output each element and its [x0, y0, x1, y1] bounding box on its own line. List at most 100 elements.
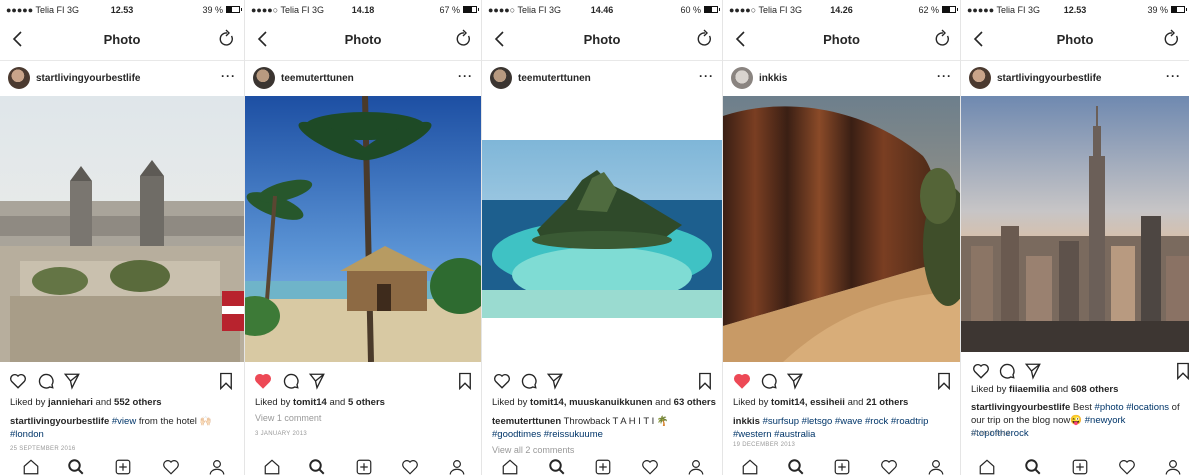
avatar[interactable] [731, 67, 753, 89]
profile-icon[interactable] [208, 458, 226, 475]
likes-names[interactable]: tomit14, essiheii [771, 397, 845, 408]
caption-username[interactable]: inkkis [733, 416, 760, 427]
heart-icon[interactable] [733, 372, 751, 390]
post-photo[interactable] [0, 96, 244, 362]
likes-names[interactable]: tomit14 [293, 397, 327, 408]
more-icon[interactable]: ··· [1166, 70, 1181, 82]
post-username[interactable]: teemuterttunen [518, 73, 591, 84]
caption-hashtag[interactable]: #view [112, 416, 136, 427]
likes-count[interactable]: 21 others [866, 397, 908, 408]
post-photo[interactable] [723, 96, 960, 362]
home-icon[interactable] [741, 458, 759, 475]
search-icon[interactable] [548, 458, 566, 475]
post-photo[interactable] [245, 96, 481, 362]
profile-icon[interactable] [448, 458, 466, 475]
battery-icon [1171, 6, 1187, 13]
share-icon[interactable] [546, 372, 564, 390]
home-icon[interactable] [501, 458, 519, 475]
view-comments-link[interactable]: View 1 comment [255, 413, 321, 423]
add-icon[interactable] [114, 458, 132, 475]
activity-icon[interactable] [880, 458, 898, 475]
more-icon[interactable]: ··· [458, 70, 473, 82]
caption-hashtag[interactable]: #surfsup #letsgo #wave #rock #roadtrip #… [733, 416, 928, 440]
more-icon[interactable]: ··· [221, 70, 236, 82]
view-comments-link[interactable]: View all 2 comments [492, 445, 574, 455]
caption-username[interactable]: startlivingyourbestlife [971, 402, 1070, 413]
refresh-icon[interactable] [934, 29, 952, 49]
heart-icon[interactable] [9, 372, 27, 390]
more-icon[interactable]: ··· [699, 70, 714, 82]
likes-count[interactable]: 5 others [348, 397, 385, 408]
post-username[interactable]: startlivingyourbestlife [36, 73, 140, 84]
profile-icon[interactable] [687, 458, 705, 475]
search-icon[interactable] [1024, 458, 1042, 475]
search-icon[interactable] [67, 458, 85, 475]
comment-icon[interactable] [760, 372, 778, 390]
activity-icon[interactable] [401, 458, 419, 475]
heart-icon[interactable] [972, 362, 990, 380]
bookmark-icon[interactable] [697, 372, 713, 390]
share-icon[interactable] [308, 372, 326, 390]
post-username[interactable]: teemuterttunen [281, 73, 354, 84]
caption-hashtag-2[interactable]: #london [10, 429, 44, 440]
post-photo[interactable] [482, 140, 722, 318]
battery-percent: 62 % [918, 4, 939, 15]
caption-hashtag[interactable]: #photo #locations [1095, 402, 1169, 413]
avatar[interactable] [490, 67, 512, 89]
caption-hashtag[interactable]: #goodtimes #reissukuume [492, 429, 603, 440]
likes-count[interactable]: 552 others [114, 397, 162, 408]
comment-icon[interactable] [37, 372, 55, 390]
heart-icon[interactable] [254, 372, 272, 390]
add-icon[interactable] [355, 458, 373, 475]
likes-names[interactable]: jannieharі [48, 397, 93, 408]
add-icon[interactable] [1071, 458, 1089, 475]
likes-count[interactable]: 63 others [674, 397, 716, 408]
avatar[interactable] [969, 67, 991, 89]
home-icon[interactable] [263, 458, 281, 475]
add-icon[interactable] [833, 458, 851, 475]
likes-names[interactable]: tomit14, muuskanuikkunen [530, 397, 652, 408]
screen-1: ●●●●● Telia FI 3G 12.53 39 % Photo start… [0, 0, 244, 475]
post-photo[interactable] [961, 96, 1189, 352]
home-icon[interactable] [22, 458, 40, 475]
likes-count[interactable]: 608 others [1071, 384, 1119, 395]
share-icon[interactable] [786, 372, 804, 390]
refresh-icon[interactable] [455, 29, 473, 49]
bookmark-icon[interactable] [457, 372, 473, 390]
home-icon[interactable] [978, 458, 996, 475]
comment-icon[interactable] [282, 372, 300, 390]
refresh-icon[interactable] [218, 29, 236, 49]
more-icon[interactable]: ··· [937, 70, 952, 82]
caption-username[interactable]: teemuterttunen [492, 416, 561, 427]
share-icon[interactable] [1024, 362, 1042, 380]
activity-icon[interactable] [1118, 458, 1136, 475]
activity-icon[interactable] [641, 458, 659, 475]
post-username[interactable]: startlivingyourbestlife [997, 73, 1101, 84]
profile-icon[interactable] [1164, 458, 1182, 475]
search-icon[interactable] [308, 458, 326, 475]
profile-icon[interactable] [927, 458, 945, 475]
heart-icon[interactable] [493, 372, 511, 390]
caption-username[interactable]: startlivingyourbestlife [10, 416, 109, 427]
likes-names[interactable]: fiiaemilia [1009, 384, 1050, 395]
battery-icon [704, 6, 720, 13]
tab-bar [482, 455, 722, 475]
post-username[interactable]: inkkis [759, 73, 787, 84]
bookmark-icon[interactable] [1175, 362, 1189, 380]
share-icon[interactable] [63, 372, 81, 390]
refresh-icon[interactable] [696, 29, 714, 49]
refresh-icon[interactable] [1163, 29, 1181, 49]
caption-text-rest: from the hotel 🙌🏻 [136, 416, 212, 427]
post-header: teemuterttunen ··· [245, 61, 481, 95]
likes-summary: Liked by fiiaemilia and 608 others [971, 384, 1183, 395]
bookmark-icon[interactable] [218, 372, 234, 390]
activity-icon[interactable] [162, 458, 180, 475]
likes-summary: Liked by tomit14 and 5 others [255, 397, 475, 408]
search-icon[interactable] [787, 458, 805, 475]
avatar[interactable] [8, 67, 30, 89]
bookmark-icon[interactable] [936, 372, 952, 390]
comment-icon[interactable] [998, 362, 1016, 380]
add-icon[interactable] [594, 458, 612, 475]
avatar[interactable] [253, 67, 275, 89]
comment-icon[interactable] [520, 372, 538, 390]
